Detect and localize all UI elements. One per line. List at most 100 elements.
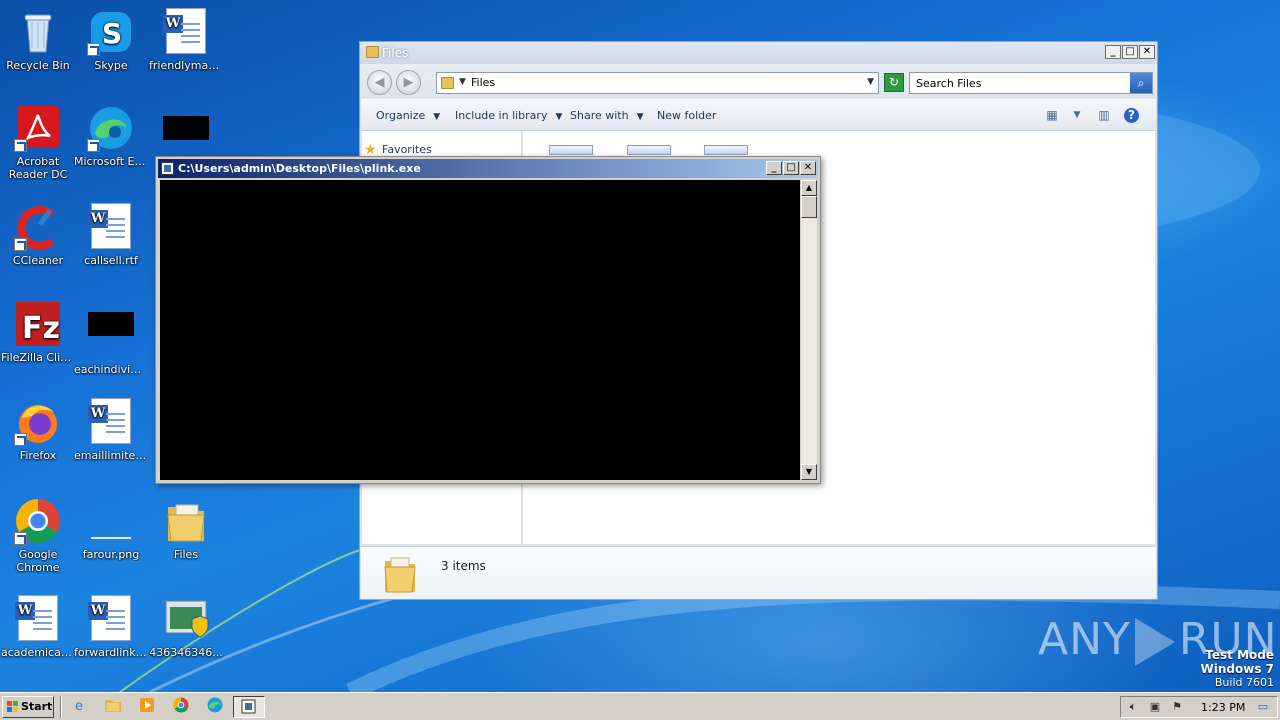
nav-favorites[interactable]: ★ Favorites [364,142,432,158]
nav-favorites-label: Favorites [382,143,432,156]
internet-explorer-icon[interactable]: e [69,697,89,717]
organize-label: Organize [376,109,426,122]
desktop-icon-forwardlink[interactable]: W forwardlink.rtf [73,595,149,659]
desktop-icon-firefox[interactable]: Firefox [0,398,76,462]
console-title: C:\Users\admin\Desktop\Files\plink.exe [178,162,421,175]
console-app-icon[interactable] [161,162,174,175]
test-mode-watermark: Test Mode Windows 7 Build 7601 [1201,648,1274,690]
organize-button[interactable]: Organize ▼ [376,109,440,122]
scroll-down-arrow-icon[interactable]: ▼ [801,464,817,480]
exe-shield-icon [162,595,210,643]
change-view-icon[interactable]: ▦ [1044,107,1060,123]
edge-taskbar-icon[interactable] [205,697,225,717]
include-in-library-button[interactable]: Include in library ▼ [455,109,562,122]
desktop-icon-label: Microsoft Edge [74,155,149,168]
address-row: ◀ ▶ ▼ Files ▼ ↻ ⌕ [360,64,1157,98]
taskbar: Start e 🔈︎ ▣ ⚑ 1:23 PM ▭ [0,692,1280,720]
recycle-bin-icon [14,8,62,56]
shortcut-arrow-icon [14,139,27,152]
view-dropdown-icon[interactable]: ▼ [1069,107,1085,123]
desktop-icon-label: Skype [94,59,128,72]
volume-icon[interactable]: 🔈︎ [1125,699,1141,715]
acrobat-icon [14,104,62,152]
explorer-taskbar-icon[interactable] [103,697,123,717]
start-label: Start [21,700,53,713]
search-box[interactable]: ⌕ [909,72,1153,94]
console-output[interactable] [160,180,800,480]
desktop-icon-label: FileZilla Client [1,351,76,364]
minimize-button[interactable]: _ [1105,45,1121,59]
share-with-button[interactable]: Share with ▼ [570,109,644,122]
desktop-icon-eachindividu[interactable]: eachindividu... [73,300,149,376]
help-icon[interactable]: ? [1124,108,1139,123]
breadcrumb-chevron-icon[interactable]: ▼ [459,77,466,87]
desktop-icon-academicas[interactable]: W academicas... [0,595,76,659]
action-center-flag-icon[interactable]: ⚑ [1169,699,1185,715]
show-desktop-icon[interactable]: ▭ [1255,699,1271,715]
shortcut-arrow-icon [14,532,27,545]
search-input[interactable] [911,74,1129,92]
file-item-icon[interactable] [549,145,593,155]
refresh-icon[interactable]: ↻ [884,73,904,92]
desktop-icon-label: callsell.rtf [84,254,138,267]
desktop-icon-exe[interactable]: 436346346... [148,595,224,659]
media-player-icon[interactable] [137,697,157,717]
close-button[interactable]: ✕ [800,161,816,175]
explorer-title: Files [382,46,409,60]
maximize-button[interactable]: □ [783,161,799,175]
desktop-icon-recycle-bin[interactable]: Recycle Bin [0,8,76,72]
chrome-taskbar-icon[interactable] [171,697,191,717]
explorer-titlebar[interactable]: Files _ □ ✕ [360,42,1157,64]
forward-button[interactable]: ▶ [396,70,421,95]
desktop-icon-ccleaner[interactable]: CCleaner [0,203,76,267]
preview-pane-icon[interactable]: ▥ [1096,107,1112,123]
details-pane: 3 items [361,546,1156,599]
windows-logo-icon [7,701,18,712]
start-button[interactable]: Start [2,696,54,718]
play-icon [1134,618,1175,666]
new-folder-button[interactable]: New folder [657,109,716,122]
shortcut-arrow-icon [14,238,27,251]
search-icon[interactable]: ⌕ [1130,73,1152,93]
black-thumbnail-icon [87,312,135,360]
address-dropdown-icon[interactable]: ▼ [867,77,874,87]
desktop-icon-emaillimited[interactable]: W emaillimited.rtf [73,398,149,462]
svg-text:S: S [102,17,122,50]
desktop-icon-chrome[interactable]: Google Chrome [0,497,76,574]
desktop-icon-label: Files [173,548,199,561]
test-mode-label: Test Mode [1205,648,1274,662]
desktop-icon-label: eachindividu... [74,363,149,376]
close-button[interactable]: ✕ [1139,45,1155,59]
desktop-icon-label: Recycle Bin [6,59,70,72]
desktop-icon-friendlymay[interactable]: W friendlymay... [148,8,224,72]
scroll-up-arrow-icon[interactable]: ▲ [801,180,817,196]
desktop-icon-files[interactable]: Files [148,497,224,561]
skype-icon: S [87,8,135,56]
minimize-button[interactable]: _ [766,161,782,175]
desktop-icon-filezilla[interactable]: Fz FileZilla Client [0,300,76,364]
firefox-icon [14,398,62,446]
back-button[interactable]: ◀ [367,70,392,95]
console-window[interactable]: C:\Users\admin\Desktop\Files\plink.exe _… [155,156,821,484]
desktop-icon-skype[interactable]: S Skype [73,8,149,72]
desktop-icon-callsell[interactable]: W callsell.rtf [73,203,149,267]
clock[interactable]: 1:23 PM [1201,701,1245,714]
address-bar[interactable]: ▼ Files ▼ [436,72,879,94]
desktop-icon-label: farour.png [82,548,140,561]
shortcut-arrow-icon [87,139,100,152]
file-item-icon[interactable] [627,145,671,155]
desktop-icon-label: emaillimited.rtf [74,449,149,462]
desktop-icon-edge[interactable]: Microsoft Edge [73,104,149,168]
desktop-icon-farour[interactable]: farour.png [73,497,149,561]
item-count: 3 items [441,559,486,573]
plink-taskbar-button[interactable] [233,696,265,718]
scrollbar-thumb[interactable] [801,196,817,218]
network-icon[interactable]: ▣ [1147,699,1163,715]
desktop-icon-acrobat[interactable]: Acrobat Reader DC [0,104,76,181]
maximize-button[interactable]: □ [1122,45,1138,59]
console-titlebar[interactable]: C:\Users\admin\Desktop\Files\plink.exe _… [158,159,818,178]
file-item-icon[interactable] [704,145,748,155]
desktop-icon-label: Google Chrome [16,548,60,574]
vertical-scrollbar[interactable]: ▲ ▼ [801,180,817,480]
breadcrumb[interactable]: Files [471,76,495,89]
